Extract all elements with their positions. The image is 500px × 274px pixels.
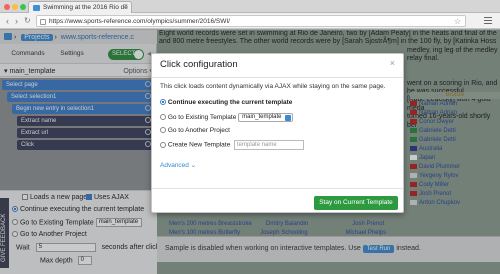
maximize-window-icon[interactable] <box>20 4 26 10</box>
click-configuration-dialog: Click configuration × This click loads c… <box>151 53 404 213</box>
lock-icon <box>40 19 46 25</box>
existing-template-select[interactable]: main_template <box>238 113 293 122</box>
browser-menu-icon[interactable] <box>484 17 492 24</box>
option-existing-template[interactable]: Go to Existing Template main_template <box>160 113 293 122</box>
bookmark-star-icon[interactable]: ☆ <box>454 17 461 26</box>
option-continue[interactable]: Continue executing the current template <box>160 99 292 106</box>
forward-icon[interactable]: › <box>15 16 18 26</box>
divider <box>152 77 403 78</box>
favicon-icon <box>33 5 40 11</box>
browser-tab[interactable]: Swimming at the 2016 Rio de × <box>28 1 132 13</box>
url-text: https://www.sports-reference.com/olympic… <box>49 18 230 25</box>
close-window-icon[interactable] <box>4 4 10 10</box>
back-icon[interactable]: ‹ <box>6 16 9 26</box>
chevron-down-icon: ⌄ <box>190 162 197 169</box>
new-template-name-input[interactable]: template name <box>234 140 305 150</box>
advanced-toggle[interactable]: Advanced ⌄ <box>160 161 196 169</box>
dialog-title: Click configuration <box>160 59 238 70</box>
reload-icon[interactable]: ↻ <box>24 16 31 26</box>
close-tab-icon[interactable]: × <box>124 3 128 10</box>
close-icon[interactable]: × <box>390 58 395 68</box>
continue-radio[interactable] <box>160 99 166 105</box>
address-bar-row: ‹ › ↻ https://www.sports-reference.com/o… <box>0 13 500 29</box>
new-template-radio[interactable] <box>160 141 166 148</box>
option-new-template[interactable]: Create New Template template name <box>160 140 305 150</box>
another-project-radio[interactable] <box>160 127 166 133</box>
existing-template-radio[interactable] <box>160 114 166 121</box>
divider <box>152 188 403 189</box>
minimize-window-icon[interactable] <box>12 4 18 10</box>
dialog-description: This click loads content dynamically via… <box>160 83 386 90</box>
stay-on-current-template-button[interactable]: Stay on Current Template <box>314 196 398 210</box>
tab-title: Swimming at the 2016 Rio de <box>43 4 128 11</box>
chevron-down-icon <box>284 115 291 121</box>
option-another-project[interactable]: Go to Another Project <box>160 127 230 134</box>
browser-titlebar: Swimming at the 2016 Rio de × <box>0 0 500 13</box>
url-field[interactable]: https://www.sports-reference.com/olympic… <box>36 15 466 27</box>
